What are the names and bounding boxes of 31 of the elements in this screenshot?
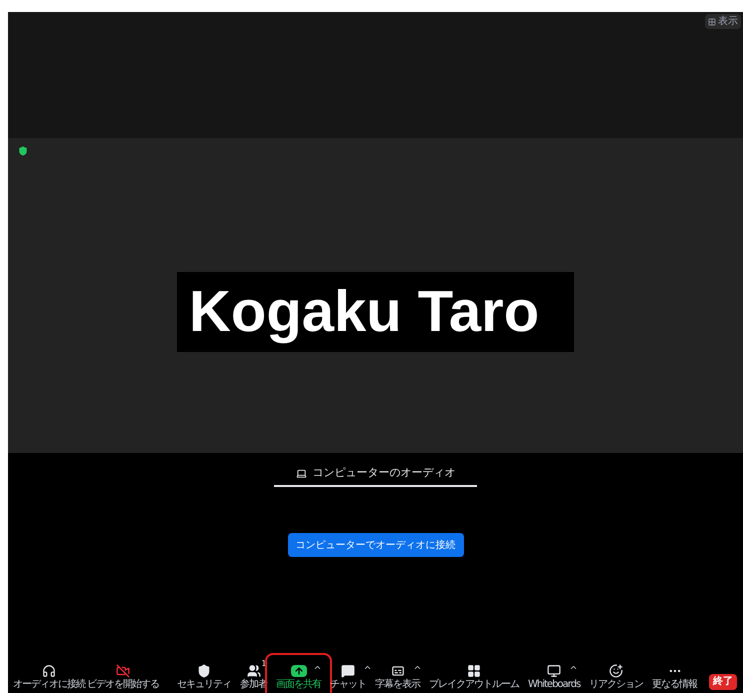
smiley-icon <box>609 664 624 678</box>
toolbar-button[interactable]: セキュリティ <box>176 663 232 690</box>
grid-icon <box>467 664 481 678</box>
shield-icon <box>197 664 211 678</box>
toolbar-button[interactable]: Whiteboards <box>527 663 582 690</box>
caret-icon[interactable] <box>569 663 578 672</box>
toolbar-button[interactable]: オーディオに接続 <box>12 663 86 690</box>
toolbar-button[interactable]: ブレイクアウトルーム <box>428 663 520 690</box>
caret-icon[interactable] <box>412 663 422 672</box>
toolbar-button[interactable]: ビデオを開始する <box>86 663 160 690</box>
headphones-icon <box>42 664 56 678</box>
end-button[interactable]: 終了 <box>709 674 737 690</box>
toolbar-button[interactable]: 画面を共有 <box>275 663 322 690</box>
whiteboard-icon <box>547 664 562 678</box>
share-screen-icon <box>290 665 306 677</box>
connect-audio-button[interactable]: コンピューターでオーディオに接続 <box>288 533 464 557</box>
caret-icon[interactable] <box>312 663 322 672</box>
toolbar-button[interactable]: 字幕を表示 <box>374 663 421 690</box>
audio-tab[interactable]: コンピューターのオーディオ <box>274 461 477 487</box>
view-button[interactable]: 表示 <box>705 14 741 29</box>
captions-icon <box>390 664 404 678</box>
participant-name: Kogaku Taro <box>177 272 574 352</box>
people-icon <box>246 664 260 678</box>
toolbar-button[interactable]: リアクション <box>588 663 644 690</box>
participant-count: 1 <box>261 660 266 668</box>
toolbar-button[interactable]: 更なる情報 <box>651 663 698 690</box>
caret-icon[interactable] <box>363 663 372 672</box>
laptop-icon <box>296 468 306 478</box>
grid-icon <box>708 18 716 26</box>
chat-icon <box>341 664 355 678</box>
video-off-icon <box>116 664 130 678</box>
